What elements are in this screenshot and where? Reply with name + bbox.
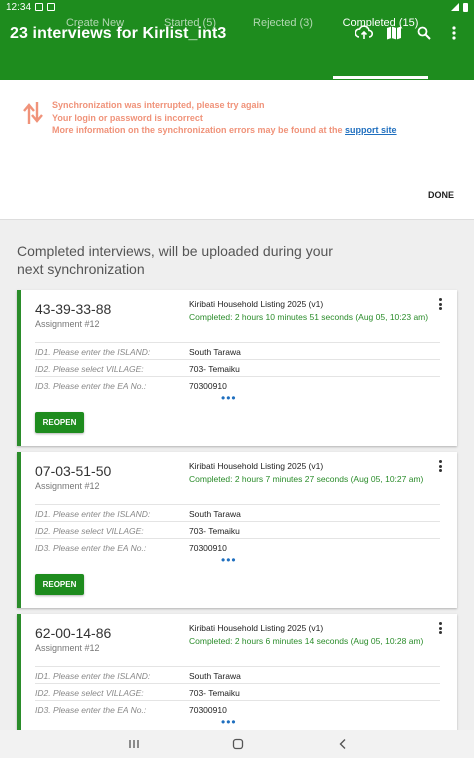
prefilled-row: ID1. Please enter the ISLAND: South Taraw…: [35, 504, 440, 521]
sync-error-icon: [22, 100, 44, 131]
completed-status: Completed: 2 hours 10 minutes 51 seconds…: [189, 312, 429, 322]
app-bar: 23 interviews for Kirlist_int3 Create Ne…: [0, 14, 474, 80]
completed-status: Completed: 2 hours 6 minutes 14 seconds …: [189, 636, 424, 646]
system-nav-bar: [0, 730, 474, 758]
row-value: 70300910: [189, 381, 227, 391]
interview-card[interactable]: 62-00-14-86 Assignment #12 Kiribati Hous…: [17, 614, 457, 730]
row-label: ID3. Please enter the EA No.:: [35, 705, 147, 715]
show-more-button[interactable]: •••: [221, 391, 237, 405]
row-label: ID3. Please enter the EA No.:: [35, 543, 147, 553]
prefilled-row: ID2. Please select VILLAGE: 703- Temaiku: [35, 359, 440, 376]
notification-icon: [35, 3, 44, 11]
active-tab-indicator: [333, 76, 428, 79]
interview-card[interactable]: 07-03-51-50 Assignment #12 Kiribati Hous…: [17, 452, 457, 608]
prefilled-row: ID2. Please select VILLAGE: 703- Temaiku: [35, 521, 440, 538]
section-title: Completed interviews, will be uploaded d…: [17, 243, 333, 277]
home-icon[interactable]: [232, 737, 244, 755]
reopen-button[interactable]: REOPEN: [35, 412, 84, 433]
row-label: ID2. Please select VILLAGE:: [35, 688, 144, 698]
sync-error-line-2: Your login or password is incorrect: [52, 112, 203, 123]
interview-card[interactable]: 43-39-33-88 Assignment #12 Kiribati Hous…: [17, 290, 457, 446]
sync-error-message: Synchronization was interrupted, please …: [52, 99, 397, 137]
row-value: South Tarawa: [189, 671, 241, 681]
row-value: South Tarawa: [189, 347, 241, 357]
card-menu-icon[interactable]: [439, 460, 443, 474]
card-menu-icon[interactable]: [439, 622, 443, 636]
row-value: 70300910: [189, 705, 227, 715]
prefilled-row: ID3. Please enter the EA No.: 70300910: [35, 538, 440, 555]
completed-status: Completed: 2 hours 7 minutes 27 seconds …: [189, 474, 424, 484]
back-icon[interactable]: [338, 737, 348, 755]
app-notification-icon: [47, 3, 56, 11]
signal-icon: [451, 3, 459, 11]
tab-started[interactable]: Started (5): [145, 17, 235, 29]
assignment-label: Assignment #12: [35, 319, 100, 329]
prefilled-row: ID1. Please enter the ISLAND: South Taraw…: [35, 666, 440, 683]
row-value: 703- Temaiku: [189, 688, 240, 698]
more-vert-icon[interactable]: [444, 23, 464, 43]
show-more-button[interactable]: •••: [221, 553, 237, 567]
row-value: South Tarawa: [189, 509, 241, 519]
prefilled-row: ID1. Please enter the ISLAND: South Taraw…: [35, 342, 440, 359]
support-site-link[interactable]: support site: [345, 125, 397, 135]
recent-apps-icon[interactable]: [128, 737, 140, 755]
assignment-label: Assignment #12: [35, 481, 100, 491]
status-bar: 12:34: [0, 0, 474, 14]
done-button[interactable]: DONE: [428, 190, 454, 200]
row-label: ID1. Please enter the ISLAND:: [35, 509, 151, 519]
row-label: ID3. Please enter the EA No.:: [35, 381, 147, 391]
interview-key: 07-03-51-50: [35, 463, 112, 479]
tab-rejected[interactable]: Rejected (3): [238, 17, 328, 29]
tab-completed[interactable]: Completed (15): [333, 17, 428, 29]
sync-error-panel: Synchronization was interrupted, please …: [0, 80, 474, 220]
prefilled-row: ID3. Please enter the EA No.: 70300910: [35, 700, 440, 717]
assignment-label: Assignment #12: [35, 643, 100, 653]
card-menu-icon[interactable]: [439, 298, 443, 312]
row-label: ID2. Please select VILLAGE:: [35, 364, 144, 374]
interview-key: 62-00-14-86: [35, 625, 112, 641]
prefilled-row: ID3. Please enter the EA No.: 70300910: [35, 376, 440, 393]
row-value: 703- Temaiku: [189, 526, 240, 536]
prefilled-row: ID2. Please select VILLAGE: 703- Temaiku: [35, 683, 440, 700]
status-time: 12:34: [6, 1, 32, 13]
row-label: ID2. Please select VILLAGE:: [35, 526, 144, 536]
sync-error-line-1: Synchronization was interrupted, please …: [52, 100, 265, 110]
row-value: 70300910: [189, 543, 227, 553]
show-more-button[interactable]: •••: [221, 715, 237, 729]
questionnaire-name: Kiribati Household Listing 2025 (v1): [189, 299, 324, 309]
sync-error-line-3: More information on the synchronization …: [52, 125, 343, 135]
row-value: 703- Temaiku: [189, 364, 240, 374]
questionnaire-name: Kiribati Household Listing 2025 (v1): [189, 461, 324, 471]
battery-icon: [463, 2, 468, 12]
questionnaire-name: Kiribati Household Listing 2025 (v1): [189, 623, 324, 633]
interview-key: 43-39-33-88: [35, 301, 112, 317]
row-label: ID1. Please enter the ISLAND:: [35, 671, 151, 681]
row-label: ID1. Please enter the ISLAND:: [35, 347, 151, 357]
reopen-button[interactable]: REOPEN: [35, 574, 84, 595]
tab-create-new[interactable]: Create New: [50, 17, 140, 29]
